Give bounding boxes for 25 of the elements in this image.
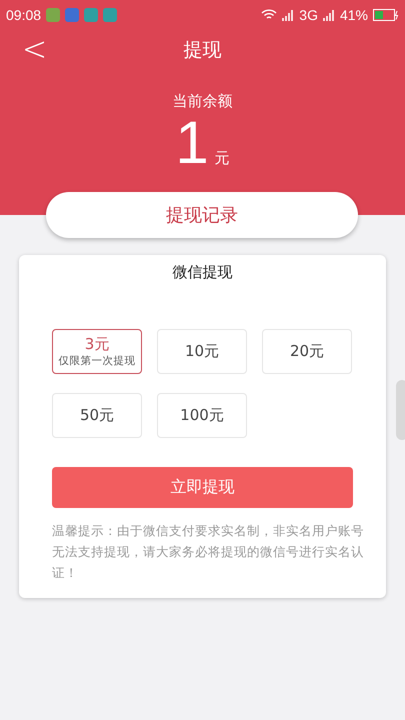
tip-text: 温馨提示：由于微信支付要求实名制，非实名用户账号无法支持提现，请大家务必将提现的微信号进行实名认证！	[52, 522, 365, 582]
balance-label: 当前余额	[172, 92, 234, 111]
network-type: 3G	[299, 7, 318, 23]
signal-icon	[322, 9, 335, 21]
balance-unit: 元	[214, 149, 230, 168]
balance-amount: 1	[175, 111, 209, 175]
notification-icon	[65, 8, 80, 22]
amount-option[interactable]: 3元 仅限第一次提现	[52, 329, 142, 374]
amount-option[interactable]: 20元	[262, 329, 352, 374]
amount-option[interactable]: 100元	[157, 393, 247, 438]
notification-icon	[103, 8, 118, 22]
side-handle[interactable]	[396, 380, 405, 440]
withdraw-history-button[interactable]: 提现记录	[46, 192, 358, 238]
battery-icon	[373, 9, 399, 21]
battery-percent: 41%	[340, 7, 368, 23]
signal-icon	[282, 9, 294, 21]
notification-icon	[46, 8, 60, 22]
wifi-icon	[261, 9, 278, 21]
card-title: 微信提现	[172, 263, 234, 282]
amount-option[interactable]: 50元	[52, 393, 142, 438]
status-time: 09:08	[6, 7, 42, 23]
amount-option[interactable]: 10元	[157, 329, 247, 374]
notification-icon	[84, 8, 98, 22]
back-button[interactable]: <	[22, 30, 48, 69]
page-title: 提现	[184, 38, 222, 63]
